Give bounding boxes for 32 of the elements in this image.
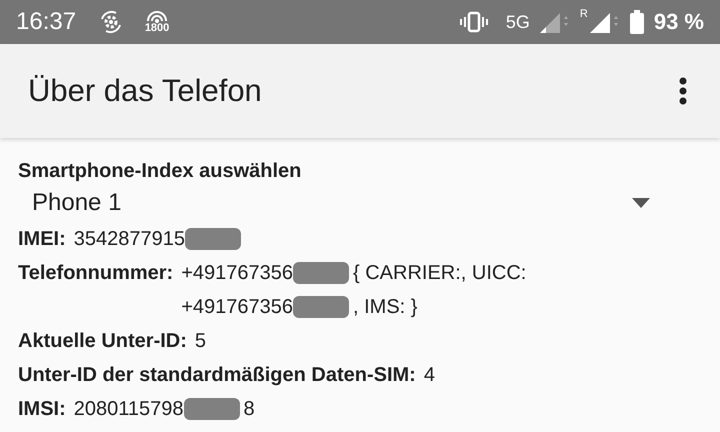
field-label: Telefonnummer: — [18, 261, 174, 286]
more-options-icon[interactable] — [678, 77, 688, 105]
field-label: IMEI: — [18, 227, 66, 252]
field-value: 4 — [424, 363, 435, 388]
field-value: , IMS: } — [353, 295, 418, 320]
clock-time: 16:37 — [16, 8, 76, 36]
field-label: IMSI: — [18, 397, 66, 422]
field-label: Aktuelle Unter-ID: — [18, 329, 187, 354]
battery-icon — [630, 10, 644, 34]
screen-title: Über das Telefon — [28, 73, 262, 109]
signal-icon — [540, 11, 570, 33]
battery-percentage: 93 % — [654, 9, 704, 35]
field-value: 3542877915 — [74, 227, 186, 252]
signal-icon — [590, 11, 620, 33]
phone-index-dropdown[interactable]: Phone 1 — [18, 184, 702, 222]
field-label: Unter-ID der standardmäßigen Daten-SIM: — [18, 363, 416, 388]
field-value: +491767356 — [181, 295, 293, 320]
vibrate-icon — [460, 11, 488, 33]
field-value: 2080115798 — [74, 397, 184, 422]
redaction-block — [293, 262, 349, 284]
network-band-label: 1800 — [144, 22, 170, 34]
field-value: 5 — [194, 329, 206, 354]
dropdown-arrow-icon — [632, 198, 650, 208]
roaming-indicator: R — [580, 8, 588, 20]
field-value: 8 — [244, 397, 255, 422]
redaction-block — [184, 398, 240, 420]
field-value: { CARRIER:, UICC: — [353, 261, 526, 286]
network-type: 5G — [506, 12, 530, 32]
field-value: +491767356 — [181, 261, 293, 286]
redaction-block — [293, 296, 349, 318]
field-label: Smartphone-Index auswählen — [18, 159, 302, 184]
redaction-block — [185, 228, 242, 250]
